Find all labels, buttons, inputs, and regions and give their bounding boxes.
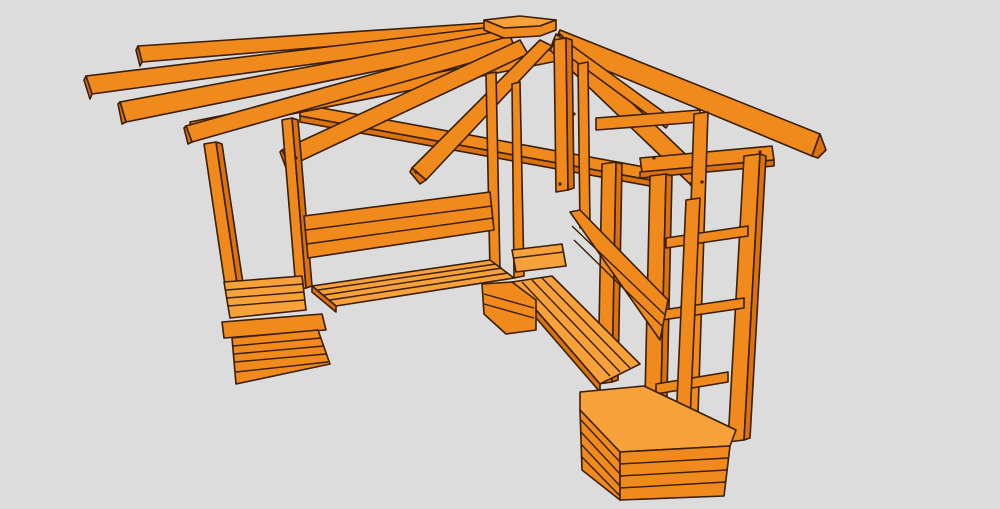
roof-apex bbox=[483, 15, 557, 39]
roof-rafters bbox=[83, 21, 553, 185]
viewport-3d-model[interactable] bbox=[0, 0, 1000, 509]
planter-right bbox=[579, 385, 737, 501]
center-post bbox=[553, 37, 575, 193]
gazebo-model bbox=[83, 15, 827, 501]
